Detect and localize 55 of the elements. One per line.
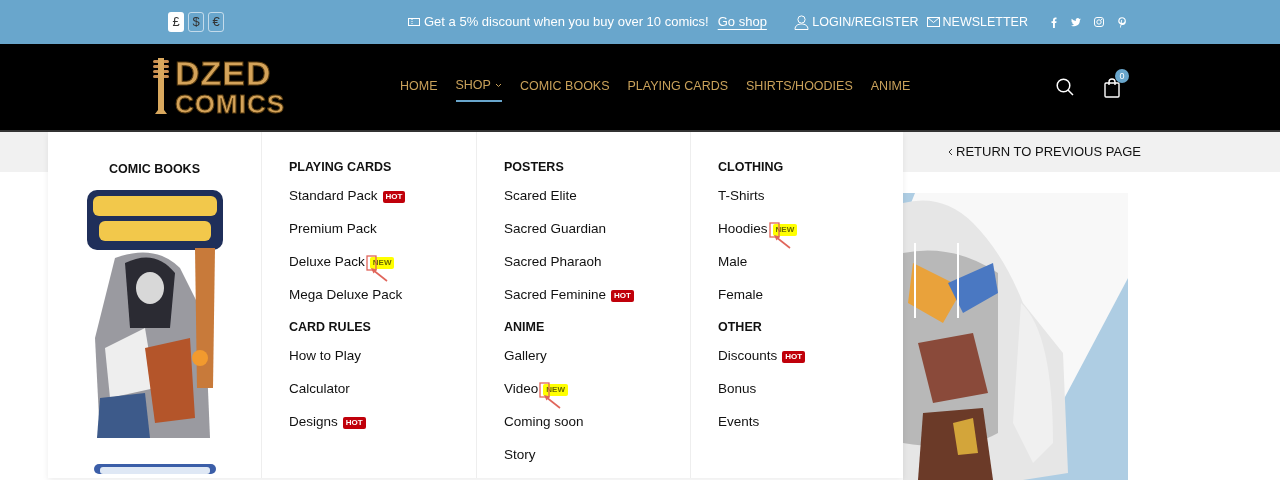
twitter-icon[interactable] bbox=[1070, 16, 1082, 28]
menu-link[interactable]: Discounts HOT bbox=[718, 340, 903, 373]
nav-link[interactable]: SHIRTS/HOODIES bbox=[746, 72, 853, 102]
promo-text: Get a 5% discount when you buy over 10 comics! bbox=[424, 13, 709, 32]
menu-link[interactable]: Coming soon bbox=[504, 406, 690, 439]
menu-badge: HOT bbox=[611, 289, 634, 302]
menu-link[interactable]: Story bbox=[504, 439, 690, 472]
pinterest-icon[interactable] bbox=[1116, 16, 1128, 28]
nav-link[interactable]: ANIME bbox=[870, 72, 911, 102]
currency-button[interactable]: $ bbox=[188, 12, 204, 32]
user-icon bbox=[794, 14, 810, 30]
nav-link[interactable]: COMIC BOOKS bbox=[519, 72, 610, 102]
menu-link[interactable]: Premium Pack bbox=[289, 213, 476, 246]
logo-text: DZED bbox=[175, 56, 273, 90]
nav-link[interactable]: HOME bbox=[400, 72, 438, 102]
logo-text: COMICS bbox=[175, 90, 285, 118]
menu-heading: PLAYING CARDS bbox=[289, 159, 393, 176]
menu-heading: OTHER bbox=[718, 319, 763, 336]
menu-link[interactable]: Events bbox=[718, 406, 903, 439]
menu-link[interactable]: Gallery bbox=[504, 340, 690, 373]
menu-link[interactable]: How to Play bbox=[289, 340, 476, 373]
menu-heading: COMIC BOOKS bbox=[109, 161, 200, 178]
menu-link[interactable]: Mega Deluxe Pack bbox=[289, 279, 476, 312]
instagram-icon[interactable] bbox=[1093, 16, 1105, 28]
cart-count: 0 bbox=[1115, 69, 1129, 84]
menu-link[interactable]: Scared Elite bbox=[504, 180, 690, 213]
menu-link[interactable]: T-Shirts bbox=[718, 180, 903, 213]
nav-link[interactable]: SHOP bbox=[455, 71, 502, 103]
menu-heading: ANIME bbox=[504, 319, 546, 336]
menu-link[interactable]: Designs HOT bbox=[289, 406, 476, 439]
menu-link[interactable]: Male bbox=[718, 246, 903, 279]
return-link[interactable]: RETURN TO PREVIOUS PAGE bbox=[948, 142, 1141, 162]
nav-link[interactable]: PLAYING CARDS bbox=[627, 72, 729, 102]
chevron-left-icon bbox=[948, 148, 953, 156]
pillar-icon bbox=[151, 58, 171, 116]
currency-button[interactable]: € bbox=[208, 12, 224, 32]
envelope-icon bbox=[926, 17, 940, 27]
currency-button[interactable]: £ bbox=[168, 12, 184, 32]
ticket-icon bbox=[408, 18, 420, 26]
menu-badge: HOT bbox=[382, 190, 406, 203]
menu-link[interactable]: Standard Pack HOT bbox=[289, 180, 476, 213]
menu-heading: CARD RULES bbox=[289, 319, 372, 336]
caret-icon bbox=[494, 82, 502, 88]
menu-badge: HOT bbox=[782, 350, 806, 363]
menu-link[interactable]: Female bbox=[718, 279, 903, 312]
menu-heading: CLOTHING bbox=[718, 159, 785, 176]
shopping-bag-icon[interactable] bbox=[1104, 77, 1120, 98]
menu-link[interactable]: Calculator bbox=[289, 373, 476, 406]
menu-link[interactable]: Sacred Pharaoh bbox=[504, 246, 690, 279]
menu-link[interactable]: Bonus bbox=[718, 373, 903, 406]
menu-heading: POSTERS bbox=[504, 159, 565, 176]
menu-link[interactable]: Sacred Feminine HOT bbox=[504, 279, 690, 312]
search-icon[interactable] bbox=[1056, 78, 1074, 96]
menu-link[interactable]: Sacred Guardian bbox=[504, 213, 690, 246]
menu-badge: HOT bbox=[342, 416, 366, 429]
